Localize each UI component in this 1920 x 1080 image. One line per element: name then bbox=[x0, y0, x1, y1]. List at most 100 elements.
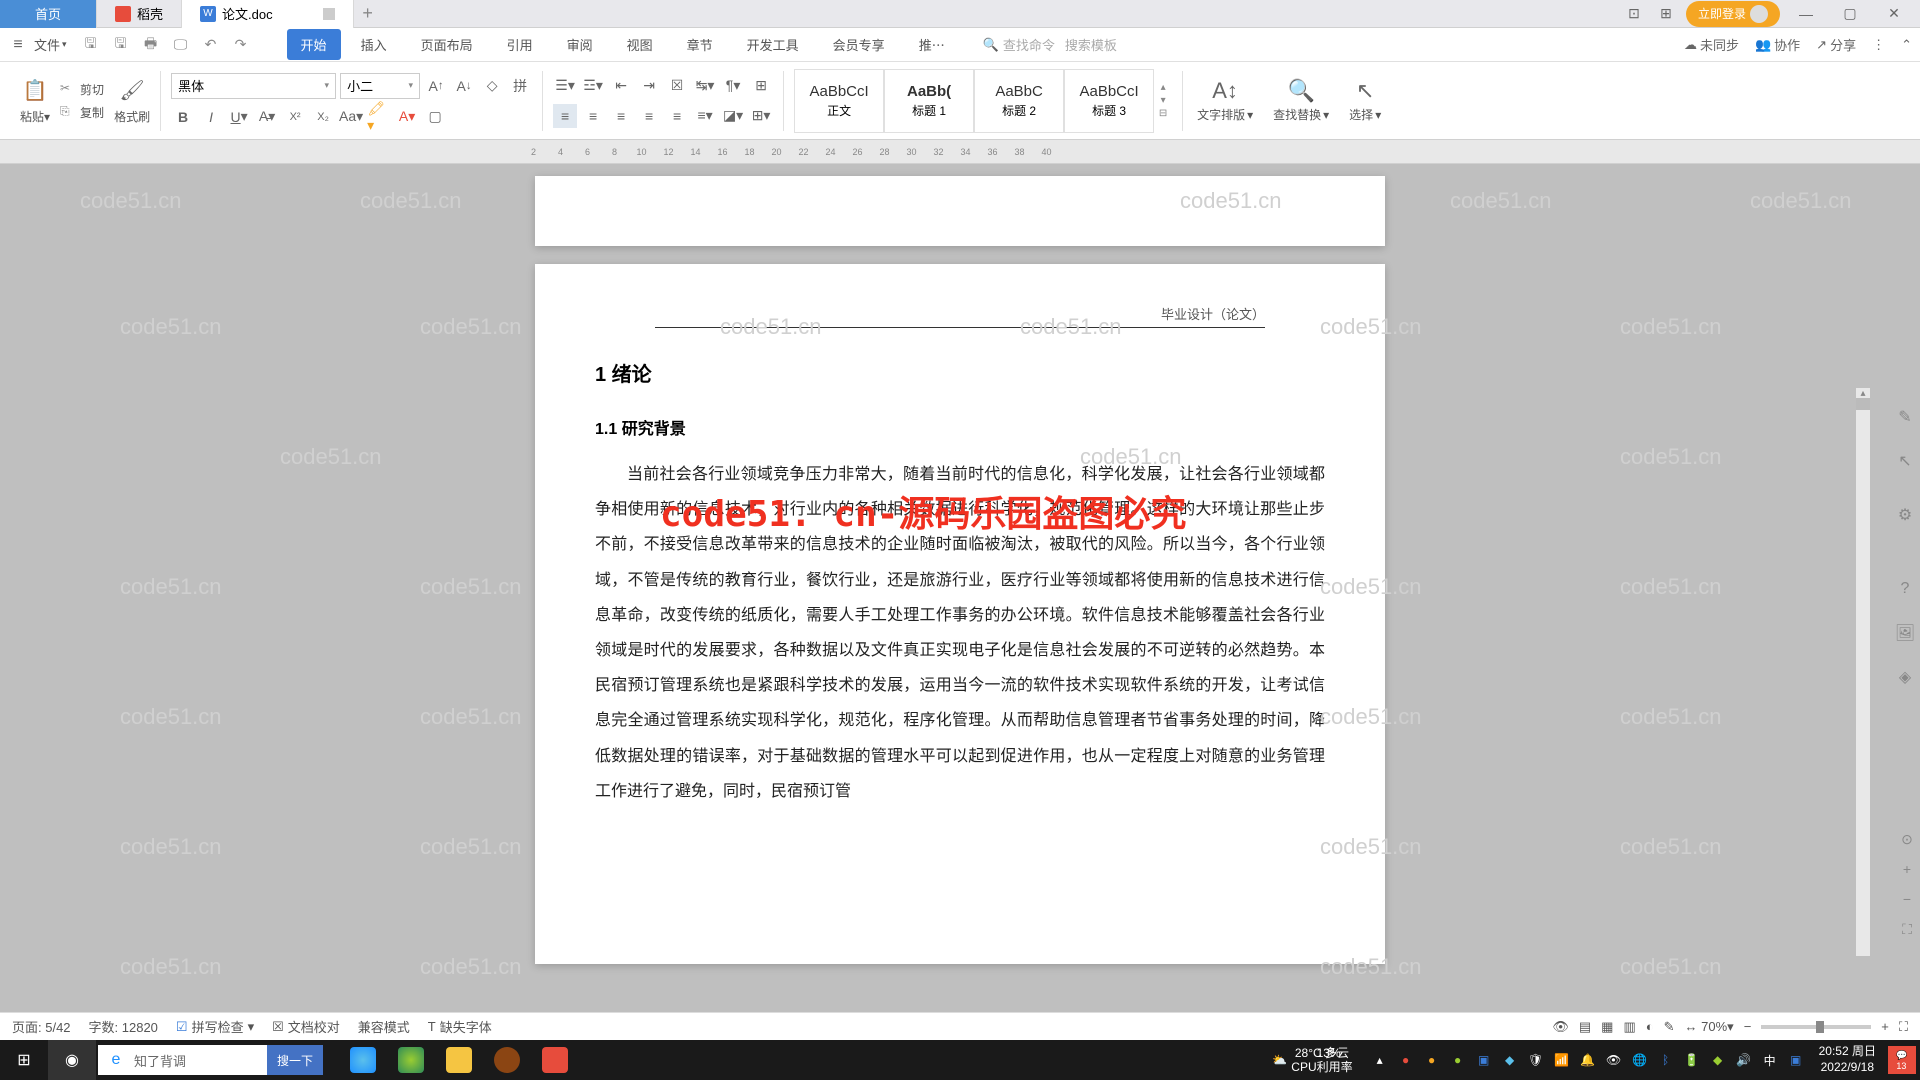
tray-1[interactable]: ● bbox=[1395, 1049, 1417, 1071]
focus-view[interactable]: ✎ bbox=[1664, 1019, 1675, 1035]
clock[interactable]: 20:52 周日2022/9/18 bbox=[1811, 1044, 1884, 1075]
cut-button[interactable]: ✂剪切 bbox=[60, 81, 104, 98]
print-preview-icon[interactable]: 🖵 bbox=[171, 35, 191, 55]
paste-icon[interactable]: 📋 bbox=[21, 76, 49, 104]
italic-button[interactable]: I bbox=[199, 105, 223, 129]
tray-up[interactable]: ▴ bbox=[1369, 1049, 1391, 1071]
doc-tab[interactable]: W论文.doc bbox=[182, 0, 354, 28]
numbering-button[interactable]: ☲▾ bbox=[581, 74, 605, 98]
diamond-tool[interactable]: ◈ bbox=[1892, 664, 1918, 690]
search-button[interactable]: 搜一下 bbox=[267, 1045, 323, 1075]
tab-more[interactable]: 推⋯ bbox=[905, 29, 959, 60]
weather-widget[interactable]: ⛅ 28°C 多云CPU利用率13% bbox=[1272, 1046, 1352, 1075]
proofread-button[interactable]: ☒文档校对 bbox=[272, 1017, 340, 1036]
tab-insert[interactable]: 插入 bbox=[347, 29, 401, 60]
phonetic-button[interactable]: 拼 bbox=[508, 74, 532, 98]
tray-4[interactable]: ▣ bbox=[1473, 1049, 1495, 1071]
clear-format-button[interactable]: ◇ bbox=[480, 74, 504, 98]
help-tool[interactable]: ? bbox=[1892, 576, 1918, 602]
page-current[interactable]: 毕业设计（论文） 1 绪论 1.1 研究背景 当前社会各行业领域竞争压力非常大，… bbox=[535, 264, 1385, 964]
tray-batt[interactable]: 🔋 bbox=[1681, 1049, 1703, 1071]
tab-review[interactable]: 审阅 bbox=[553, 29, 607, 60]
redo-icon[interactable]: ↷ bbox=[231, 35, 251, 55]
style-up[interactable]: ▴ bbox=[1161, 82, 1166, 93]
scroll-thumb[interactable] bbox=[1856, 398, 1870, 410]
tabs-button[interactable]: ↹▾ bbox=[693, 74, 717, 98]
bullets-button[interactable]: ☰▾ bbox=[553, 74, 577, 98]
tray-eye[interactable]: 👁 bbox=[1603, 1049, 1625, 1071]
copy-button[interactable]: ⎘复制 bbox=[60, 104, 104, 121]
spellcheck-toggle[interactable]: ☑拼写检查▾ bbox=[176, 1017, 254, 1036]
missing-font[interactable]: T缺失字体 bbox=[428, 1017, 492, 1036]
align-dist-button[interactable]: ≡ bbox=[665, 104, 689, 128]
page-indicator[interactable]: 页面: 5/42 bbox=[12, 1017, 71, 1036]
taskbar-search[interactable]: e 知了背调 搜一下 bbox=[98, 1045, 323, 1075]
indent-dec-button[interactable]: ⇤ bbox=[609, 74, 633, 98]
formatpainter-icon[interactable]: 🖌 bbox=[118, 76, 146, 104]
save-as-icon[interactable]: 🖫 bbox=[111, 35, 131, 55]
style-body[interactable]: AaBbCcI正文 bbox=[794, 69, 884, 133]
bold-button[interactable]: B bbox=[171, 105, 195, 129]
tray-app[interactable]: ▣ bbox=[1785, 1049, 1807, 1071]
char-border-button[interactable]: ▢ bbox=[423, 105, 447, 129]
apps-icon[interactable]: ⊞ bbox=[1654, 2, 1678, 26]
collab-button[interactable]: 👥协作 bbox=[1755, 35, 1800, 54]
zoom-in[interactable]: + bbox=[1881, 1019, 1889, 1034]
word-count[interactable]: 字数: 12820 bbox=[89, 1017, 158, 1036]
tab-chapter[interactable]: 章节 bbox=[673, 29, 727, 60]
fullscreen-toggle[interactable]: ⛶ bbox=[1899, 1019, 1908, 1035]
settings-tool[interactable]: ⚙ bbox=[1892, 502, 1918, 528]
style-h1[interactable]: AaBb(标题 1 bbox=[884, 69, 974, 133]
zoom-fit[interactable]: ↔ 70%▾ bbox=[1685, 1019, 1734, 1035]
tab-start[interactable]: 开始 bbox=[287, 29, 341, 60]
font-family-select[interactable]: 黑体▾ bbox=[171, 73, 336, 99]
tray-6[interactable]: 🛡 bbox=[1525, 1049, 1547, 1071]
share-button[interactable]: ↗分享 bbox=[1816, 35, 1856, 54]
menu-more[interactable]: ⋮ bbox=[1872, 37, 1885, 53]
tray-ime[interactable]: 中 bbox=[1759, 1049, 1781, 1071]
tray-vol[interactable]: 🔊 bbox=[1733, 1049, 1755, 1071]
align-justify-button[interactable]: ≡ bbox=[637, 104, 661, 128]
zoom-slider[interactable] bbox=[1761, 1025, 1871, 1029]
preview-icon[interactable] bbox=[323, 8, 335, 20]
tray-net[interactable]: 🌐 bbox=[1629, 1049, 1651, 1071]
border-button[interactable]: ⊞▾ bbox=[749, 104, 773, 128]
home-tab[interactable]: 首页 bbox=[0, 0, 97, 28]
sort-button[interactable]: ☒ bbox=[665, 74, 689, 98]
cursor-tool[interactable]: ↖ bbox=[1892, 448, 1918, 474]
subscript-button[interactable]: X₂ bbox=[311, 105, 335, 129]
line-spacing-button[interactable]: ≡▾ bbox=[693, 104, 717, 128]
file-menu[interactable]: 文件▾ bbox=[34, 35, 67, 54]
eye-mode[interactable]: 👁 bbox=[1552, 1019, 1569, 1035]
indent-inc-button[interactable]: ⇥ bbox=[637, 74, 661, 98]
align-left-button[interactable]: ≡ bbox=[553, 104, 577, 128]
zoom-reset-button[interactable]: ⊙ bbox=[1896, 828, 1918, 850]
font-shrink-button[interactable]: A↓ bbox=[452, 74, 476, 98]
close-button[interactable]: ✕ bbox=[1876, 2, 1912, 26]
zoom-in-button[interactable]: + bbox=[1896, 858, 1918, 880]
align-center-button[interactable]: ≡ bbox=[581, 104, 605, 128]
login-button[interactable]: 立即登录 bbox=[1686, 1, 1780, 27]
task-ie[interactable] bbox=[341, 1040, 385, 1080]
start-button[interactable]: ⊞ bbox=[0, 1040, 48, 1080]
style-h2[interactable]: AaBbC标题 2 bbox=[974, 69, 1064, 133]
vertical-scrollbar[interactable]: ▴ bbox=[1856, 388, 1870, 956]
zoom-out-button[interactable]: − bbox=[1896, 888, 1918, 910]
web-view[interactable]: ◐ bbox=[1646, 1019, 1654, 1034]
break-button[interactable]: ⊞ bbox=[749, 74, 773, 98]
task-wps[interactable] bbox=[533, 1040, 577, 1080]
style-h3[interactable]: AaBbCcI标题 3 bbox=[1064, 69, 1154, 133]
tray-sec[interactable]: ◆ bbox=[1707, 1049, 1729, 1071]
tab-dev[interactable]: 开发工具 bbox=[733, 29, 813, 60]
tab-layout[interactable]: 页面布局 bbox=[407, 29, 487, 60]
tab-member[interactable]: 会员专享 bbox=[819, 29, 899, 60]
tab-view[interactable]: 视图 bbox=[613, 29, 667, 60]
font-size-select[interactable]: 小二▾ bbox=[340, 73, 420, 99]
highlight-button[interactable]: 🖍▾ bbox=[367, 105, 391, 129]
command-search[interactable]: 🔍查找命令 bbox=[983, 35, 1055, 54]
tray-3[interactable]: ● bbox=[1447, 1049, 1469, 1071]
select-group[interactable]: ↖选择▾ bbox=[1339, 78, 1391, 123]
font-grow-button[interactable]: A↑ bbox=[424, 74, 448, 98]
align-right-button[interactable]: ≡ bbox=[609, 104, 633, 128]
copilot-button[interactable]: ◉ bbox=[48, 1040, 96, 1080]
